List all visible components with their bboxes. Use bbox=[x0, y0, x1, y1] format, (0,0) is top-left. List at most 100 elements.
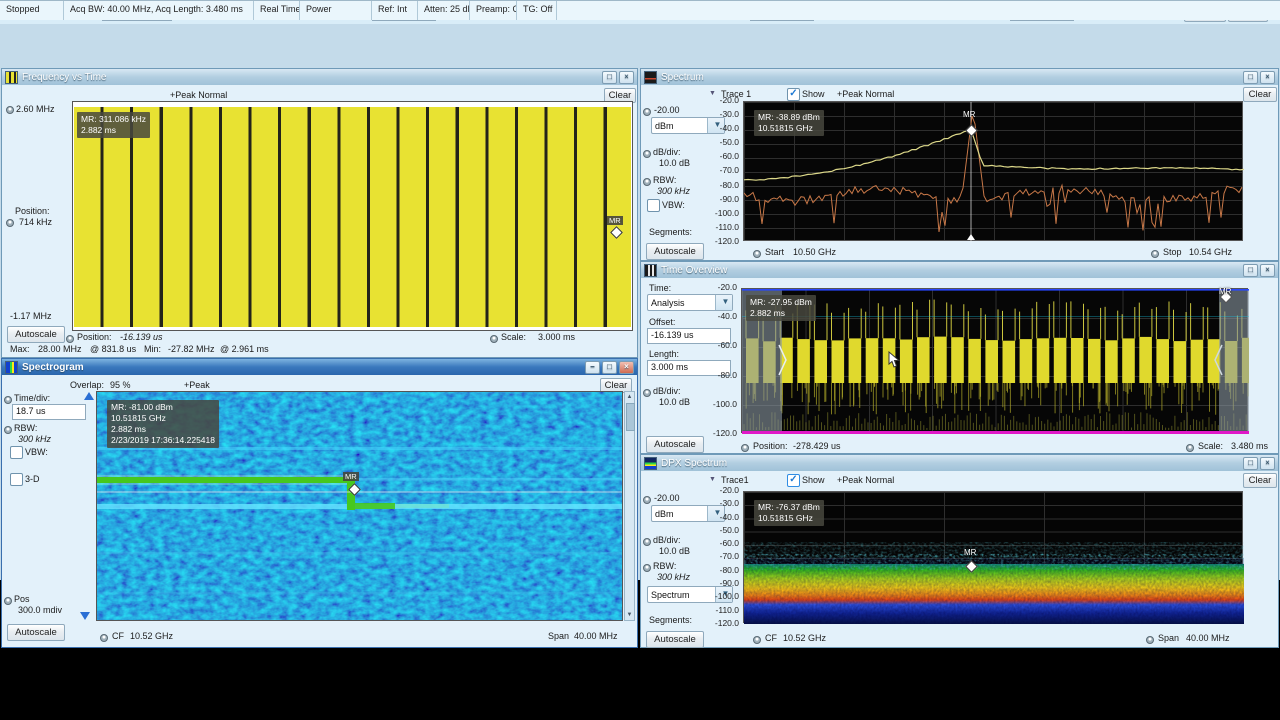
status-item: Ref: Int bbox=[372, 1, 418, 20]
sgram-min-button[interactable]: – bbox=[585, 361, 600, 374]
overview-autoscale-button[interactable]: Autoscale bbox=[646, 436, 704, 453]
dpx-close-button[interactable]: × bbox=[1260, 457, 1275, 470]
overview-scale-knob-icon[interactable] bbox=[1186, 444, 1194, 452]
spectrum-marker-readout: MR: -38.89 dBm10.51815 GHz bbox=[754, 110, 824, 136]
fvt-close-button[interactable]: × bbox=[619, 71, 634, 84]
scroll-up-icon[interactable]: ▲ bbox=[625, 392, 634, 402]
y-axis-tick: -40.0 bbox=[699, 312, 737, 321]
dpx-ref-knob-icon[interactable] bbox=[643, 496, 651, 504]
sgram-rbw-value: 300 kHz bbox=[18, 434, 51, 444]
sgram-scrollbar[interactable]: ▲ ▼ bbox=[624, 391, 635, 621]
overview-scale-label: Scale: bbox=[1198, 441, 1223, 451]
overview-pos-knob-icon[interactable] bbox=[741, 444, 749, 452]
scroll-thumb[interactable] bbox=[626, 403, 635, 431]
status-item: Acq BW: 40.00 MHz, Acq Length: 3.480 ms bbox=[64, 1, 254, 20]
spectrum-dbdiv-label: dB/div: bbox=[653, 147, 681, 157]
fvt-scale-knob-icon[interactable] bbox=[490, 335, 498, 343]
dpx-marker-readout: MR: -76.37 dBm10.51815 GHz bbox=[754, 500, 824, 526]
spectrum-stop-knob-icon[interactable] bbox=[1151, 250, 1159, 258]
dpx-clear-button[interactable]: Clear bbox=[1243, 473, 1277, 488]
fvt-position-knob-icon[interactable] bbox=[6, 219, 14, 227]
spectrum-start-knob-icon[interactable] bbox=[753, 250, 761, 258]
dpx-plot[interactable]: MR MR: -76.37 dBm10.51815 GHz bbox=[743, 491, 1243, 623]
overview-plot[interactable]: MR MR: -27.95 dBm2.882 ms bbox=[741, 288, 1248, 433]
y-axis-tick: -70.0 bbox=[703, 552, 739, 561]
fvt-bpos-value: -16.139 us bbox=[120, 332, 163, 342]
sgram-cf-knob-icon[interactable] bbox=[100, 634, 108, 642]
spectrum-vbw-checkbox[interactable] bbox=[647, 199, 660, 212]
dpx-restore-button[interactable]: □ bbox=[1243, 457, 1258, 470]
fvt-plot[interactable]: MR: 311.086 kHz2.882 ms MR bbox=[72, 101, 633, 331]
dpx-span-value: 40.00 MHz bbox=[1186, 633, 1230, 643]
y-axis-tick: -20.0 bbox=[699, 283, 737, 292]
dpx-dbdiv-knob-icon[interactable] bbox=[643, 538, 651, 546]
y-axis-tick: -90.0 bbox=[703, 579, 739, 588]
overview-close-button[interactable]: × bbox=[1260, 264, 1275, 277]
spectrum-autoscale-button[interactable]: Autoscale bbox=[646, 243, 704, 260]
spectrum-restore-button[interactable]: □ bbox=[1243, 71, 1258, 84]
sgram-vbw-checkbox[interactable] bbox=[10, 446, 23, 459]
sgram-3d-checkbox[interactable] bbox=[10, 473, 23, 486]
sgram-marker-readout: MR: -81.00 dBm10.51815 GHz 2.882 ms2/23/… bbox=[107, 400, 219, 448]
y-axis-tick: -20.0 bbox=[703, 96, 739, 105]
panel-spectrum: Spectrum □× ▼ Trace 1 ✓ Show +Peak Norma… bbox=[640, 68, 1279, 261]
overview-title-bar[interactable]: Time Overview □× bbox=[641, 262, 1278, 278]
status-item: TG: Off bbox=[517, 1, 557, 20]
overview-dbdiv-label: dB/div: bbox=[653, 386, 681, 396]
dpx-show-checkbox[interactable]: ✓ bbox=[787, 474, 800, 487]
fvt-marker-label: MR bbox=[607, 216, 623, 225]
dpx-autoscale-button[interactable]: Autoscale bbox=[646, 631, 704, 648]
sgram-pos-knob-icon[interactable] bbox=[4, 597, 12, 605]
spectrum-ref-knob-icon[interactable] bbox=[643, 108, 651, 116]
spectrum-start-value: 10.50 GHz bbox=[793, 247, 836, 257]
spectrum-rbw-knob-icon[interactable] bbox=[643, 178, 651, 186]
fvt-scale-value: 3.000 ms bbox=[538, 332, 575, 342]
sgram-plot[interactable]: MR MR: -81.00 dBm10.51815 GHz 2.882 ms2/… bbox=[96, 391, 623, 621]
y-axis-tick: -100.0 bbox=[699, 400, 737, 409]
dpx-trace-select[interactable]: Trace1 bbox=[721, 475, 749, 485]
spectrum-clear-button[interactable]: Clear bbox=[1243, 87, 1277, 102]
sgram-restore-button[interactable]: □ bbox=[602, 361, 617, 374]
dpx-cf-knob-icon[interactable] bbox=[753, 636, 761, 644]
dpx-cf-label: CF bbox=[765, 633, 777, 643]
scroll-down-icon[interactable]: ▼ bbox=[625, 610, 634, 620]
spectrum-plot[interactable]: MR MR: -38.89 dBm10.51815 GHz bbox=[743, 101, 1243, 241]
sgram-autoscale-button[interactable]: Autoscale bbox=[7, 624, 65, 641]
overview-restore-button[interactable]: □ bbox=[1243, 264, 1258, 277]
dpx-rbw-knob-icon[interactable] bbox=[643, 564, 651, 572]
dpx-dbdiv-value: 10.0 dB bbox=[659, 546, 690, 556]
fvt-detection-label: +Peak Normal bbox=[170, 90, 227, 100]
overview-scale-value: 3.480 ms bbox=[1231, 441, 1268, 451]
spectrum-show-checkbox[interactable]: ✓ bbox=[787, 88, 800, 101]
sgram-bottom-marker-icon bbox=[80, 612, 90, 620]
overview-dbdiv-knob-icon[interactable] bbox=[643, 389, 651, 397]
sgram-cf-value: 10.52 GHz bbox=[130, 631, 173, 641]
fvt-scale-label: Scale: bbox=[501, 332, 526, 342]
y-axis-tick: -110.0 bbox=[703, 606, 739, 615]
spectrum-close-button[interactable]: × bbox=[1260, 71, 1275, 84]
overview-marker-label: MR bbox=[1219, 287, 1231, 296]
fvt-title-bar[interactable]: Frequency vs Time □× bbox=[2, 69, 637, 85]
dpx-rbw-label: RBW: bbox=[653, 561, 676, 571]
sgram-timediv-input[interactable]: 18.7 us bbox=[12, 404, 86, 420]
y-axis-tick: -80.0 bbox=[703, 181, 739, 190]
fvt-restore-button[interactable]: □ bbox=[602, 71, 617, 84]
status-item: Real Time bbox=[254, 1, 300, 20]
spectrum-y-axis: -20.0-30.0-40.0-50.0-60.0-70.0-80.0-90.0… bbox=[703, 96, 739, 246]
sgram-rbw-knob-icon[interactable] bbox=[4, 426, 12, 434]
spectrum-dbdiv-knob-icon[interactable] bbox=[643, 150, 651, 158]
dpx-span-knob-icon[interactable] bbox=[1146, 636, 1154, 644]
sgram-title-bar[interactable]: Spectrogram –□× bbox=[2, 359, 637, 375]
fvt-bpos-knob-icon[interactable] bbox=[66, 335, 74, 343]
spectrum-title-bar[interactable]: Spectrum □× bbox=[641, 69, 1278, 85]
dpx-trace-dropdown-icon[interactable]: ▼ bbox=[709, 476, 716, 483]
sgram-close-button[interactable]: × bbox=[619, 361, 634, 374]
spectrum-stop-value: 10.54 GHz bbox=[1189, 247, 1232, 257]
sgram-timediv-knob-icon[interactable] bbox=[4, 396, 12, 404]
fvt-ymax-knob-icon[interactable] bbox=[6, 106, 14, 114]
overview-trace bbox=[742, 289, 1249, 434]
fvt-min-value: -27.82 MHz bbox=[168, 344, 215, 354]
dpx-title-bar[interactable]: DPX Spectrum □× bbox=[641, 455, 1278, 471]
fvt-autoscale-button[interactable]: Autoscale bbox=[7, 326, 65, 343]
panel-frequency-vs-time: Frequency vs Time □× +Peak Normal Clear … bbox=[1, 68, 638, 358]
